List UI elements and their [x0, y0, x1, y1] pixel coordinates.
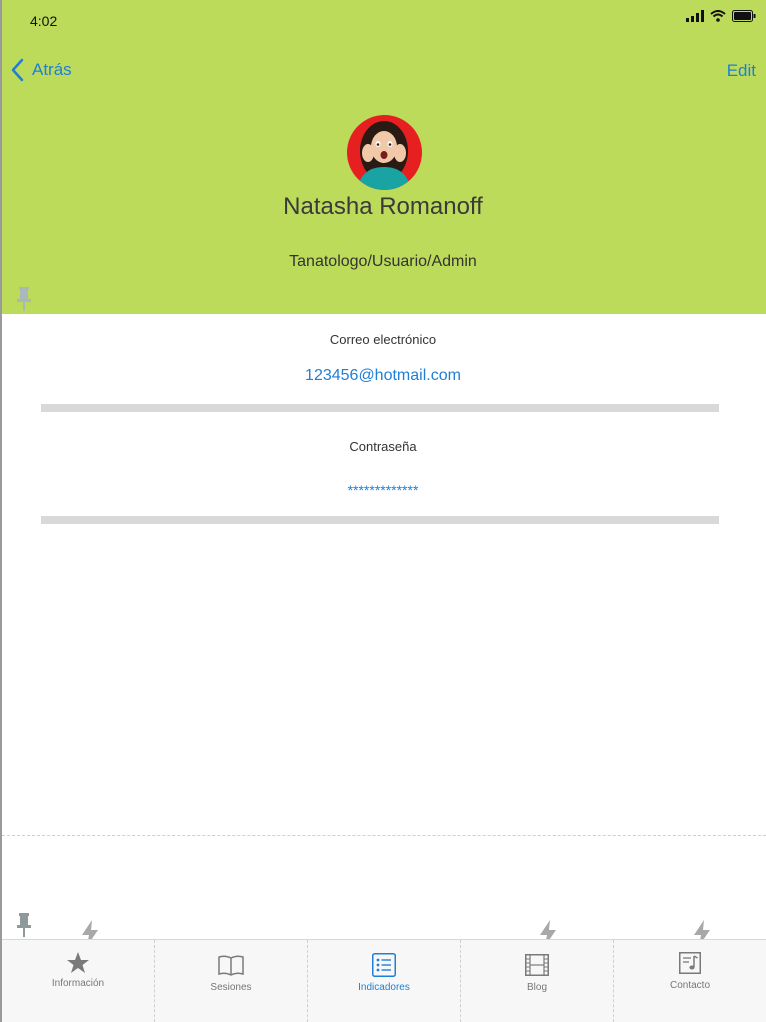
password-divider	[41, 516, 719, 524]
tab-sesiones[interactable]: Sesiones	[154, 940, 307, 1022]
password-label: Contraseña	[349, 439, 417, 454]
email-value[interactable]: 123456@hotmail.com	[0, 367, 766, 385]
back-label: Atrás	[32, 60, 72, 79]
status-time: 4:02	[30, 13, 58, 29]
pin-icon	[17, 913, 31, 937]
edit-button[interactable]: Edit	[727, 61, 756, 81]
tab-label: Información	[51, 978, 105, 989]
tab-bar: Información Sesiones Indicadores Blog Co…	[2, 939, 766, 1022]
avatar	[347, 115, 422, 190]
status-icons	[686, 10, 756, 22]
film-icon	[525, 954, 549, 976]
music-note-icon	[679, 952, 701, 974]
tab-indicadores[interactable]: Indicadores	[307, 940, 460, 1022]
chevron-left-icon	[11, 58, 24, 82]
email-divider	[41, 404, 719, 412]
back-button[interactable]: Atrás	[10, 58, 72, 82]
book-icon	[218, 955, 244, 976]
pin-icon	[17, 287, 31, 311]
email-label: Correo electrónico	[329, 332, 437, 347]
tab-informacion[interactable]: Información	[2, 940, 154, 1022]
profile-name: Natasha Romanoff	[283, 193, 483, 220]
tab-label: Indicadores	[358, 982, 410, 993]
section-separator	[2, 835, 766, 836]
star-icon	[67, 952, 89, 973]
tab-label: Sesiones	[210, 982, 252, 993]
tab-label: Blog	[526, 982, 547, 993]
tab-blog[interactable]: Blog	[460, 940, 613, 1022]
signal-icon	[686, 10, 704, 22]
password-value[interactable]: *************	[0, 482, 766, 498]
list-icon	[372, 953, 396, 977]
tab-contacto[interactable]: Contacto	[613, 940, 766, 1022]
battery-icon	[732, 10, 756, 22]
profile-role: Tanatologo/Usuario/Admin	[289, 253, 477, 270]
wifi-icon	[710, 10, 726, 22]
tab-label: Contacto	[669, 980, 711, 991]
